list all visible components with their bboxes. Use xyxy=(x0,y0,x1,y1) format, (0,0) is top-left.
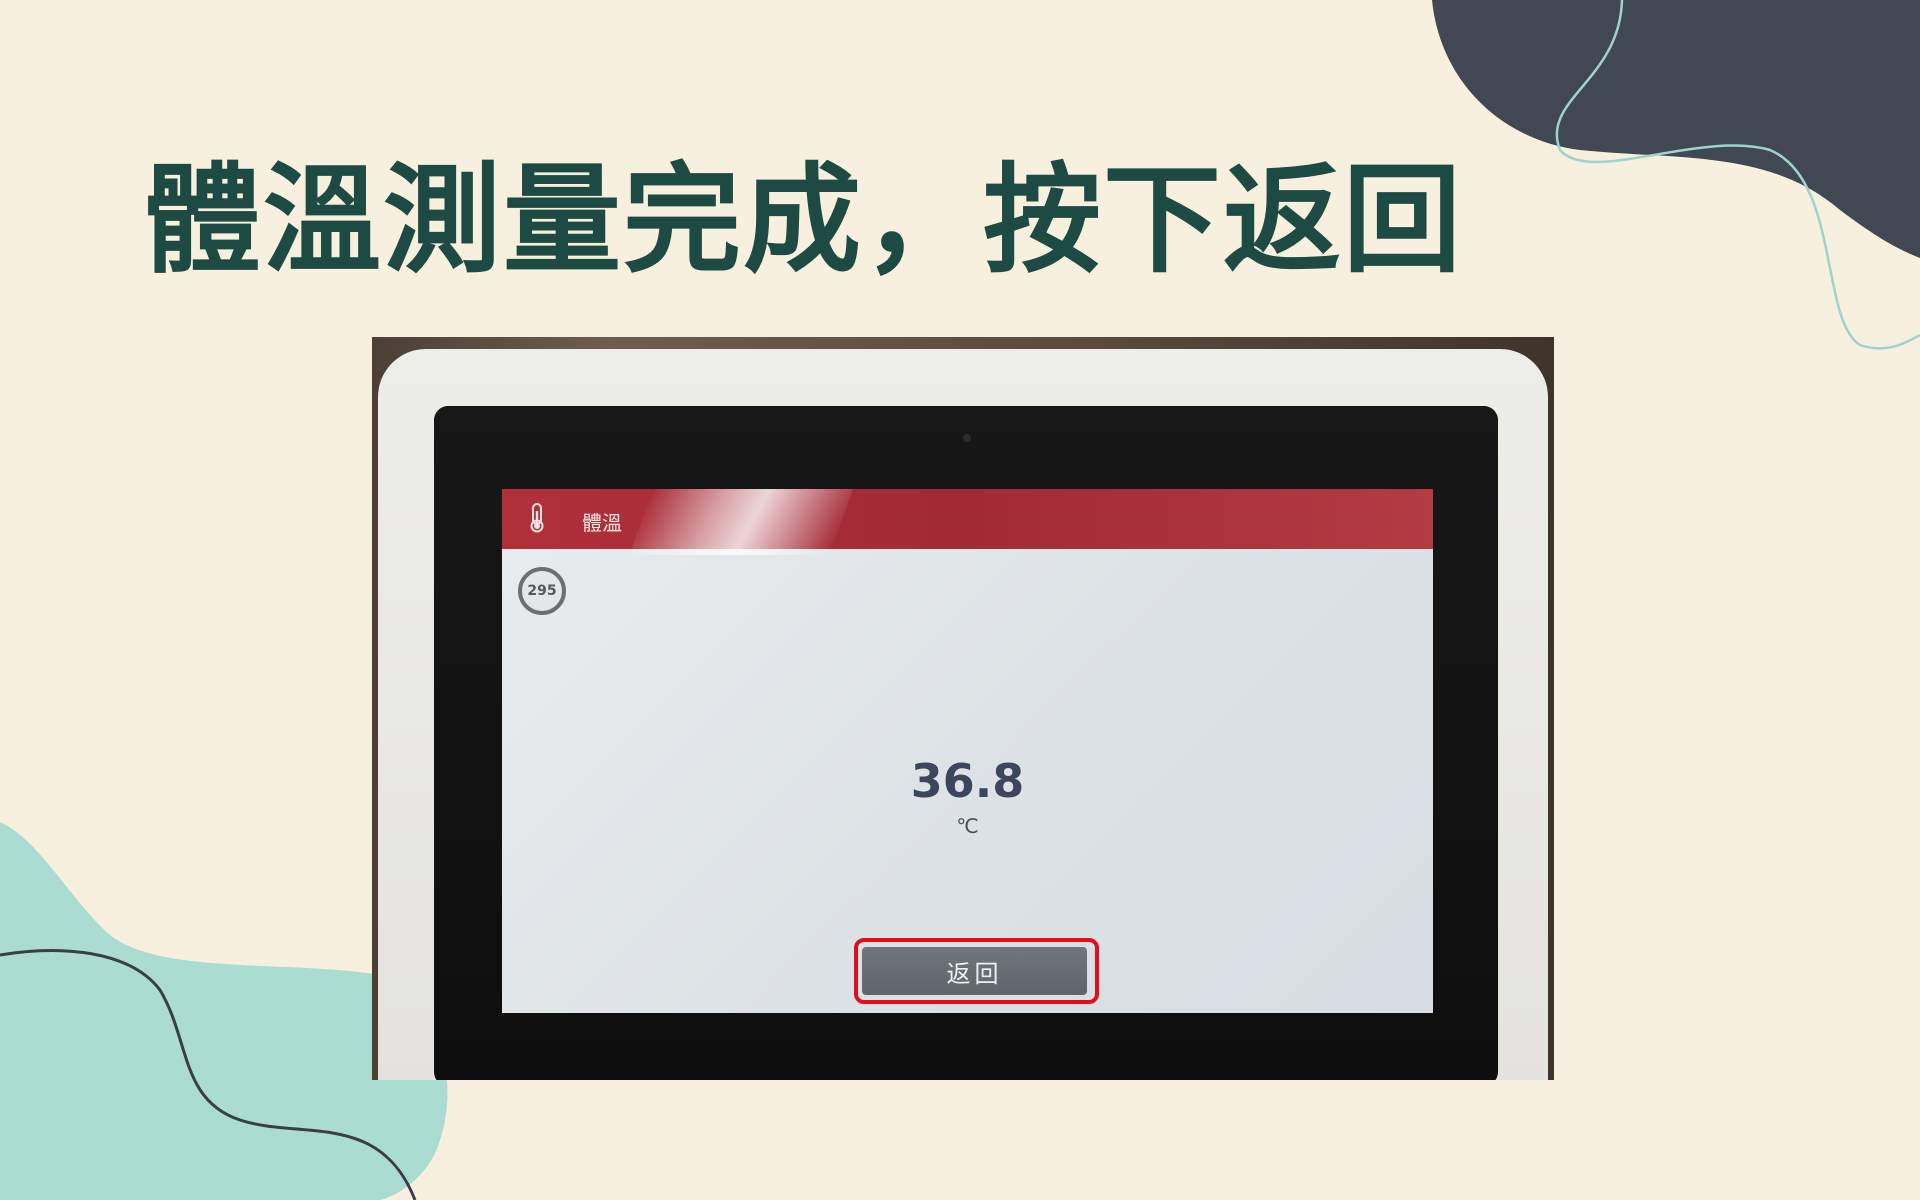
screen-header-bar: 體溫 xyxy=(502,489,1433,555)
temperature-value: 36.8 xyxy=(910,754,1025,808)
dark-line-bottom-left xyxy=(0,949,417,1200)
screen-header-title: 體溫 xyxy=(582,511,622,535)
screen-glare xyxy=(629,489,855,555)
kiosk-screen: 體溫 295 36.8 ℃ 返回 xyxy=(502,489,1433,1013)
thermometer-icon xyxy=(530,503,544,533)
slide-headline: 體溫測量完成，按下返回 xyxy=(143,151,1464,289)
kiosk-bezel: 體溫 295 36.8 ℃ 返回 xyxy=(434,406,1498,1080)
countdown-timer: 295 xyxy=(518,567,566,615)
kiosk-photo: 體溫 295 36.8 ℃ 返回 xyxy=(372,337,1554,1080)
dark-blob-top-right xyxy=(1432,0,1920,258)
camera-lens xyxy=(963,434,971,442)
teal-line-top-right xyxy=(1555,0,1920,350)
kiosk-device: 體溫 295 36.8 ℃ 返回 xyxy=(378,349,1548,1080)
temperature-unit: ℃ xyxy=(956,814,979,838)
back-button-highlight xyxy=(854,938,1099,1004)
